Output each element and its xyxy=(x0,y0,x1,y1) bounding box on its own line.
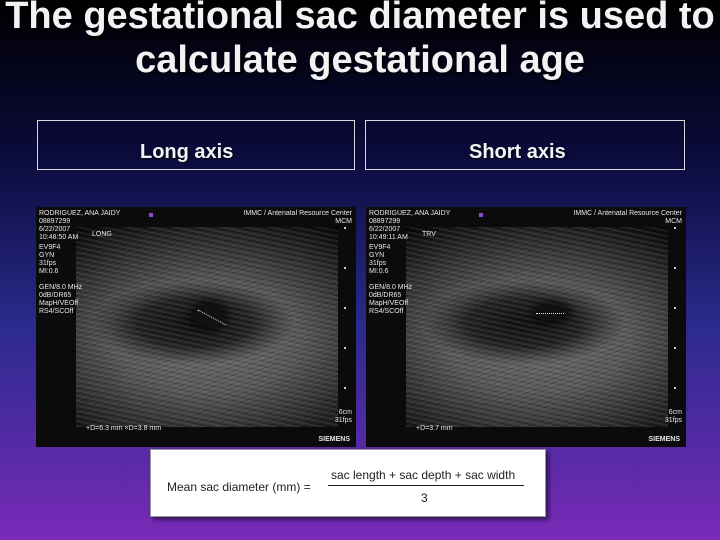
formula-numerator: sac length + sac depth + sac width xyxy=(331,468,516,482)
scan-orientation: TRV xyxy=(422,231,436,238)
formula-denominator: 3 xyxy=(421,491,428,505)
short-axis-label-box: Short axis xyxy=(365,120,685,170)
mean-sac-diameter-formula: Mean sac diameter (mm) = sac length + sa… xyxy=(150,449,546,517)
ultrasound-image-long-axis: RODRIGUEZ, ANA JAIDY 08897299 6/22/2007 … xyxy=(36,207,356,447)
patient-header: RODRIGUEZ, ANA JAIDY 08897299 6/22/2007 … xyxy=(369,210,451,241)
measurement-caliper-line xyxy=(536,313,564,314)
scan-orientation: LONG xyxy=(92,231,112,238)
ultrasound-image-short-axis: RODRIGUEZ, ANA JAIDY 08897299 6/22/2007 … xyxy=(366,207,686,447)
fraction-bar xyxy=(328,485,524,486)
short-axis-label: Short axis xyxy=(469,141,566,163)
scan-parameters: EV9F4 GYN 31fps MI:0.6 GEN/8.0 MHz 0dB/D… xyxy=(369,244,413,315)
measurement-readout: +D=6.3 mm ×D=3.8 mm xyxy=(86,425,162,432)
long-axis-label-box: Long axis xyxy=(37,120,355,170)
long-axis-label: Long axis xyxy=(140,141,234,163)
facility-header: IMMC / Antenatal Resource Center MCM xyxy=(243,210,352,225)
device-brand: SIEMENS xyxy=(648,436,680,443)
orientation-marker-icon xyxy=(149,213,153,217)
depth-ruler xyxy=(344,227,346,407)
orientation-marker-icon xyxy=(479,213,483,217)
formula-lhs: Mean sac diameter (mm) = xyxy=(167,480,311,494)
depth-ruler xyxy=(674,227,676,407)
depth-scale: 6cm 31fps xyxy=(334,409,352,424)
measurement-readout: +D=3.7 mm xyxy=(416,425,453,432)
depth-scale: 6cm 31fps xyxy=(664,409,682,424)
slide-title: The gestational sac diameter is used to … xyxy=(5,0,715,81)
facility-header: IMMC / Antenatal Resource Center MCM xyxy=(573,210,682,225)
device-brand: SIEMENS xyxy=(318,436,350,443)
ultrasound-field xyxy=(406,227,668,427)
scan-parameters: EV9F4 GYN 31fps MI:0.6 GEN/8.0 MHz 0dB/D… xyxy=(39,244,83,315)
